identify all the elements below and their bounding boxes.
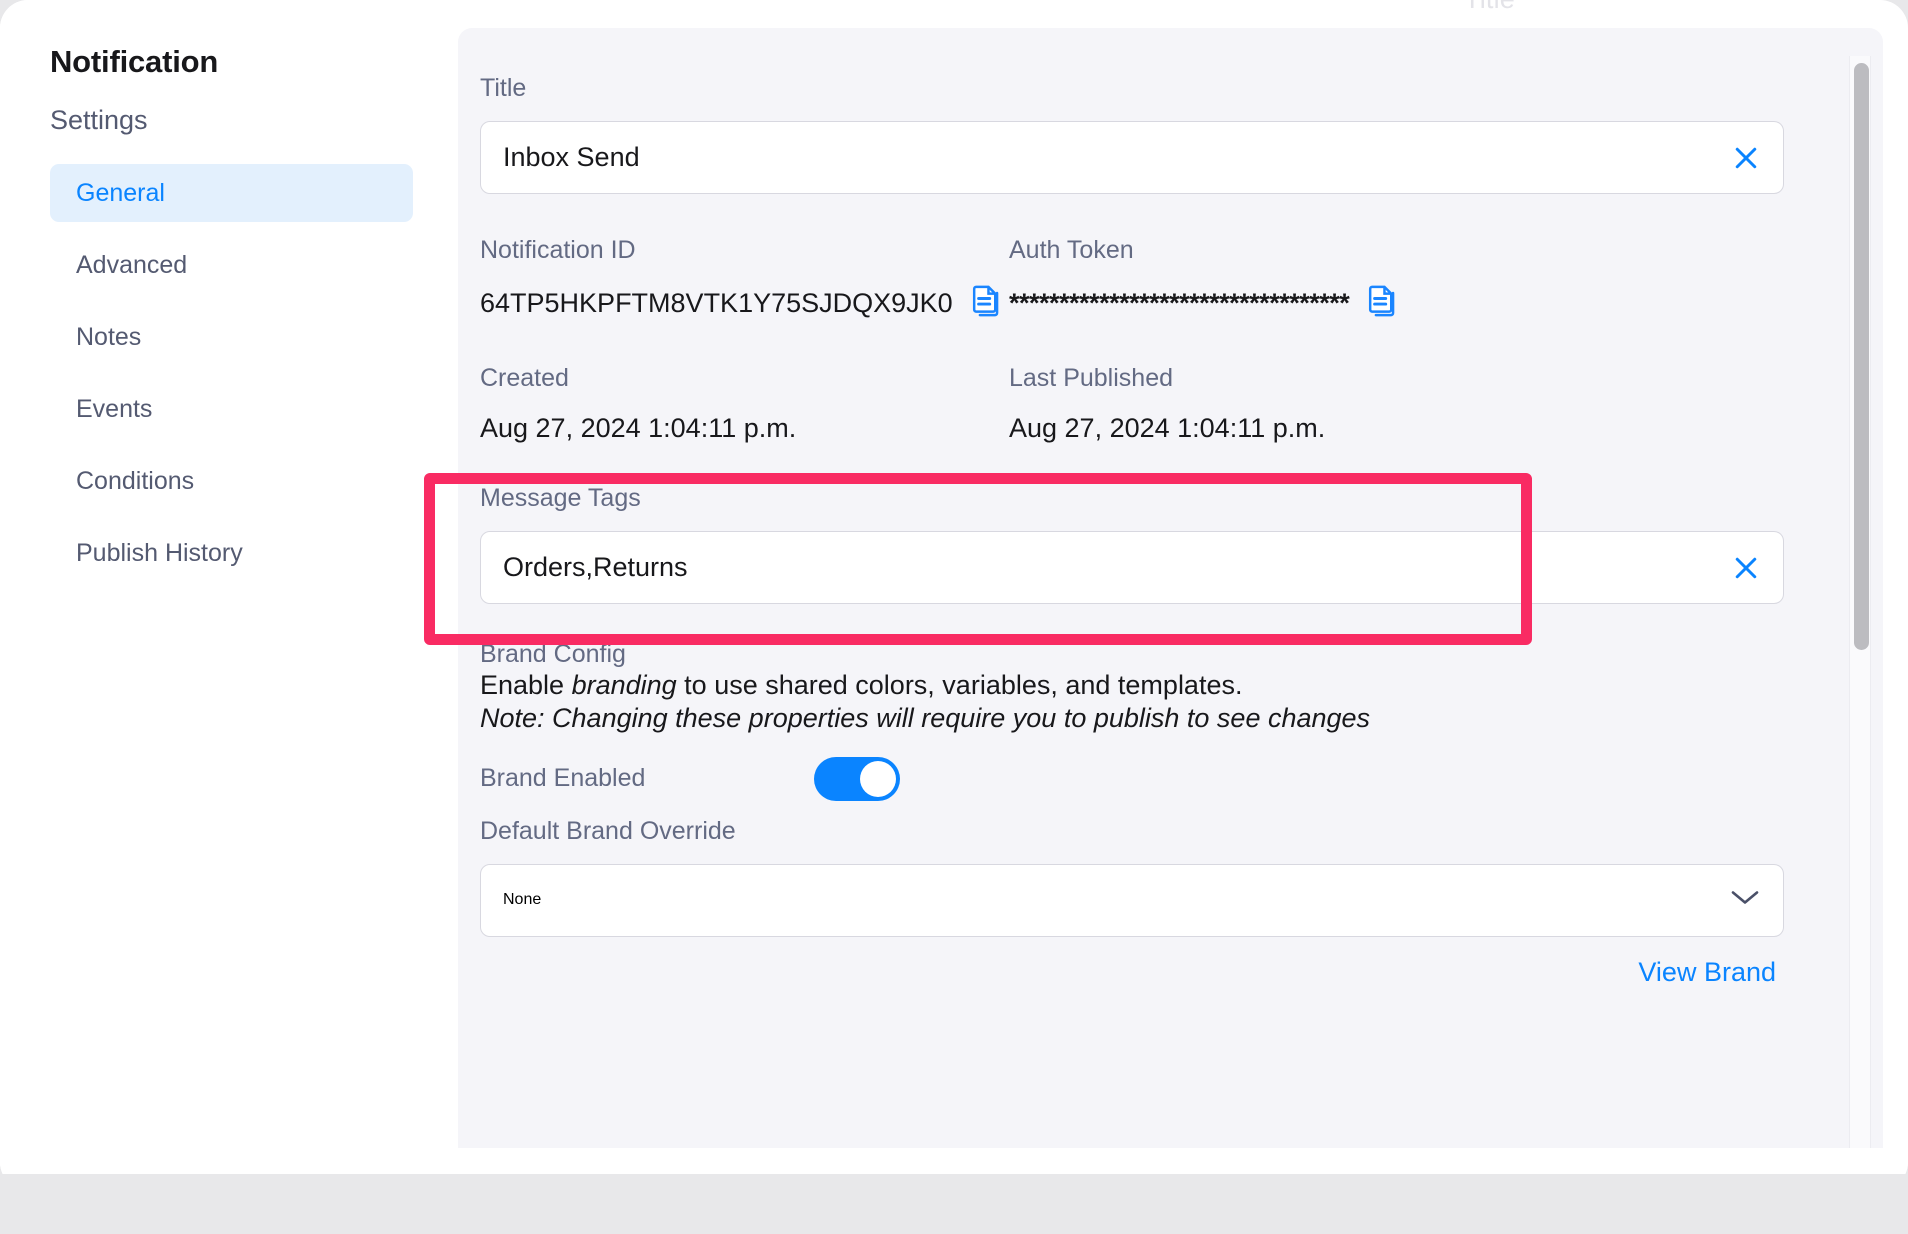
clear-icon[interactable] xyxy=(1731,553,1761,583)
brand-note: Note: Changing these properties will req… xyxy=(480,702,1784,735)
sidebar-item-label: Advanced xyxy=(76,251,187,280)
title-input[interactable]: Inbox Send xyxy=(480,121,1784,194)
created-value: Aug 27, 2024 1:04:11 p.m. xyxy=(480,413,796,444)
sidebar-item-conditions[interactable]: Conditions xyxy=(50,452,413,510)
notification-id-label: Notification ID xyxy=(480,236,1009,265)
dates-row: Created Aug 27, 2024 1:04:11 p.m. Last P… xyxy=(480,364,1784,444)
page-background-strip xyxy=(0,1174,1908,1234)
default-brand-override-value: None xyxy=(503,891,541,909)
sidebar-item-events[interactable]: Events xyxy=(50,380,413,438)
created-label: Created xyxy=(480,364,1009,393)
created-group: Created Aug 27, 2024 1:04:11 p.m. xyxy=(480,364,1009,444)
toggle-knob xyxy=(860,761,896,797)
sidebar-item-label: Events xyxy=(76,395,152,424)
page-title: Notification xyxy=(50,44,458,80)
brand-enabled-row: Brand Enabled xyxy=(480,757,1784,801)
brand-config-label: Brand Config xyxy=(480,640,1784,669)
copy-icon[interactable] xyxy=(971,285,1001,322)
sidebar-item-label: Publish History xyxy=(76,539,243,568)
last-published-group: Last Published Aug 27, 2024 1:04:11 p.m. xyxy=(1009,364,1538,444)
sidebar-item-general[interactable]: General xyxy=(50,164,413,222)
app-window: Title Notification Settings General Adva… xyxy=(0,0,1908,1190)
settings-panel: Title Inbox Send Notification ID 64TP5HK… xyxy=(458,28,1883,1190)
brand-desc-prefix: Enable xyxy=(480,670,572,700)
chevron-down-icon[interactable] xyxy=(1729,888,1761,913)
default-brand-override-select[interactable]: None xyxy=(480,864,1784,937)
last-published-value: Aug 27, 2024 1:04:11 p.m. xyxy=(1009,413,1325,444)
auth-token-label: Auth Token xyxy=(1009,236,1538,265)
notification-id-value: 64TP5HKPFTM8VTK1Y75SJDQX9JK0 xyxy=(480,288,953,319)
brand-desc-emphasis: branding xyxy=(572,670,677,700)
brand-enabled-label: Brand Enabled xyxy=(480,764,814,793)
ids-row: Notification ID 64TP5HKPFTM8VTK1Y75SJDQX… xyxy=(480,236,1784,322)
scrollbar-track[interactable] xyxy=(1849,56,1871,1190)
auth-token-value: ********************************** xyxy=(1009,288,1349,319)
notification-id-group: Notification ID 64TP5HKPFTM8VTK1Y75SJDQX… xyxy=(480,236,1009,322)
view-brand-link[interactable]: View Brand xyxy=(480,957,1784,988)
sidebar-nav: General Advanced Notes Events Conditions… xyxy=(0,164,458,582)
title-label: Title xyxy=(480,74,1784,103)
background-clipped-label: Title xyxy=(1464,0,1515,15)
message-tags-group: Message Tags Orders,Returns xyxy=(480,484,1784,604)
copy-icon[interactable] xyxy=(1367,285,1397,322)
sidebar-item-notes[interactable]: Notes xyxy=(50,308,413,366)
sidebar: Notification Settings General Advanced N… xyxy=(0,0,458,1190)
general-settings-form: Title Inbox Send Notification ID 64TP5HK… xyxy=(458,28,1832,988)
default-brand-override-label: Default Brand Override xyxy=(480,817,1784,846)
scrollbar-thumb[interactable] xyxy=(1854,63,1869,650)
message-tags-input-value: Orders,Returns xyxy=(503,552,688,583)
auth-token-group: Auth Token *****************************… xyxy=(1009,236,1538,322)
brand-enabled-toggle[interactable] xyxy=(814,757,900,801)
brand-desc-suffix: to use shared colors, variables, and tem… xyxy=(677,670,1243,700)
brand-config-group: Brand Config Enable branding to use shar… xyxy=(480,640,1784,988)
message-tags-label: Message Tags xyxy=(480,484,1784,513)
clear-icon[interactable] xyxy=(1731,143,1761,173)
last-published-label: Last Published xyxy=(1009,364,1538,393)
brand-description: Enable branding to use shared colors, va… xyxy=(480,669,1784,702)
title-input-value: Inbox Send xyxy=(503,142,640,173)
sidebar-item-advanced[interactable]: Advanced xyxy=(50,236,413,294)
sidebar-item-label: Notes xyxy=(76,323,141,352)
sidebar-item-label: Conditions xyxy=(76,467,194,496)
sidebar-item-label: General xyxy=(76,179,165,208)
sidebar-item-publish-history[interactable]: Publish History xyxy=(50,524,413,582)
message-tags-input[interactable]: Orders,Returns xyxy=(480,531,1784,604)
settings-heading: Settings xyxy=(50,105,458,136)
